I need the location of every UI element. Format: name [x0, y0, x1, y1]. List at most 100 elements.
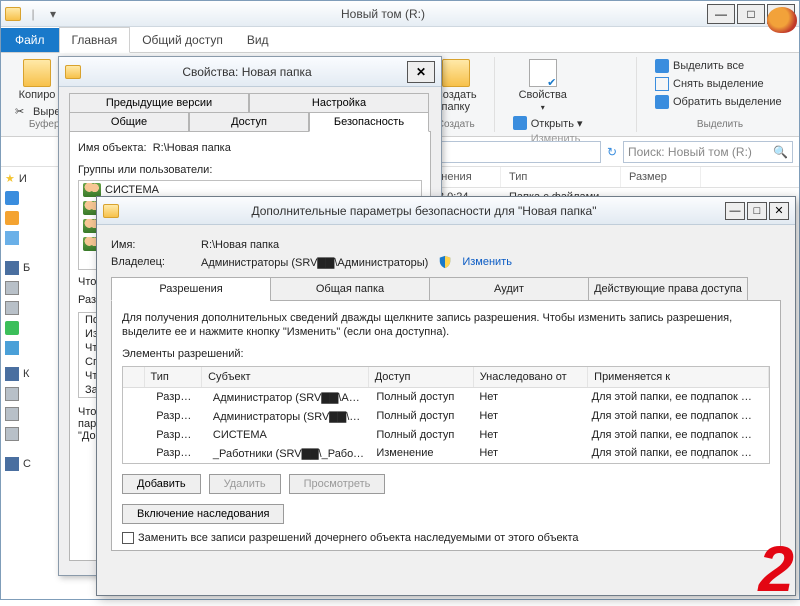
- sidebar-drive[interactable]: [3, 298, 45, 318]
- computer-icon: [5, 367, 19, 381]
- list-header: Дата изменения Тип Размер: [381, 167, 799, 188]
- invert-icon: [655, 95, 669, 109]
- adv-title: Дополнительные параметры безопасности дл…: [125, 204, 723, 218]
- tab-customize[interactable]: Настройка: [249, 93, 429, 113]
- invert-selection-button[interactable]: Обратить выделение: [655, 95, 785, 109]
- sidebar-drive[interactable]: [3, 384, 45, 404]
- copy-icon: [23, 59, 51, 87]
- search-icon: 🔍: [773, 145, 788, 159]
- tab-home[interactable]: Главная: [59, 27, 131, 53]
- object-name-label: Имя объекта:: [78, 142, 147, 154]
- minimize-button[interactable]: —: [707, 4, 735, 24]
- adv-tab-audit[interactable]: Аудит: [429, 277, 589, 301]
- drive-icon: [5, 281, 19, 295]
- name-value: R:\Новая папка: [201, 239, 279, 251]
- owner-value: Администраторы (SRV▇▇\Администраторы): [201, 256, 428, 269]
- props-close-button[interactable]: ✕: [407, 61, 435, 83]
- create-group-label: Создать: [437, 119, 475, 130]
- properties-label: Свойства: [519, 89, 567, 101]
- adv-maximize-button[interactable]: □: [747, 202, 767, 220]
- ace-col-subject[interactable]: Субъект: [202, 367, 369, 387]
- props-tabs-bottom: Общие Доступ Безопасность: [59, 112, 441, 131]
- explorer-titlebar: | ▾ Новый том (R:) — □ ✕: [1, 1, 799, 27]
- adv-tab-effective[interactable]: Действующие права доступа: [588, 277, 748, 301]
- ace-col-type[interactable]: Тип: [145, 367, 203, 387]
- tab-security[interactable]: Безопасность: [309, 112, 429, 132]
- copy-button[interactable]: Копиро: [15, 59, 59, 101]
- cut-icon: ✂: [15, 105, 29, 119]
- sidebar-item[interactable]: [3, 188, 45, 208]
- sidebar-thispc[interactable]: Б: [3, 258, 45, 278]
- window-title: Новый том (R:): [61, 7, 705, 21]
- view-button[interactable]: Просмотреть: [289, 474, 386, 494]
- maximize-button[interactable]: □: [737, 4, 765, 24]
- adv-pane: Для получения дополнительных сведений дв…: [111, 301, 781, 551]
- sidebar-pictures[interactable]: [3, 318, 45, 338]
- ace-row[interactable]: Разр…_Работники (SRV▇▇\_Работ…ИзменениеН…: [123, 444, 769, 463]
- remove-button[interactable]: Удалить: [209, 474, 281, 494]
- sidebar-item[interactable]: [3, 208, 45, 228]
- sidebar-computer[interactable]: К: [3, 364, 45, 384]
- enable-inheritance-button[interactable]: Включение наследования: [122, 504, 284, 524]
- ace-row[interactable]: Разр…Администратор (SRV▇▇\Адмі…Полный до…: [123, 388, 769, 407]
- search-placeholder: Поиск: Новый том (R:): [628, 145, 752, 159]
- sidebar-network[interactable]: С: [3, 454, 45, 474]
- col-size[interactable]: Размер: [621, 167, 701, 187]
- file-tab[interactable]: Файл: [1, 28, 59, 52]
- folder-icon: [65, 65, 81, 79]
- music-icon: [5, 341, 19, 355]
- ace-col-applies[interactable]: Применяется к: [588, 367, 769, 387]
- sidebar-drive[interactable]: [3, 278, 45, 298]
- sidebar-drive[interactable]: [3, 404, 45, 424]
- add-button[interactable]: Добавить: [122, 474, 201, 494]
- step-badge: 2: [758, 532, 794, 606]
- tab-share[interactable]: Общий доступ: [130, 28, 235, 52]
- recent-icon: [5, 211, 19, 225]
- adv-tabs: Разрешения Общая папка Аудит Действующие…: [111, 277, 781, 301]
- qat-dropdown-icon[interactable]: ▾: [45, 6, 61, 22]
- sidebar-favorites[interactable]: ★И: [3, 169, 45, 188]
- star-icon: ★: [5, 172, 15, 185]
- tab-sharing[interactable]: Доступ: [189, 112, 309, 132]
- ace-col-inherited[interactable]: Унаследовано от: [474, 367, 588, 387]
- checkbox-icon[interactable]: [122, 532, 134, 544]
- name-label: Имя:: [111, 239, 191, 251]
- drive-icon: [5, 301, 19, 315]
- properties-button[interactable]: ✔ Свойства ▾: [513, 59, 573, 112]
- tab-view[interactable]: Вид: [235, 28, 281, 52]
- sidebar-item[interactable]: [3, 228, 45, 248]
- sidebar-music[interactable]: [3, 338, 45, 358]
- ace-col-access[interactable]: Доступ: [369, 367, 474, 387]
- qat-sep: |: [25, 6, 41, 22]
- tab-previous-versions[interactable]: Предыдущие версии: [69, 93, 249, 113]
- replace-check-label: Заменить все записи разрешений дочернего…: [138, 532, 579, 544]
- adv-tab-share[interactable]: Общая папка: [270, 277, 430, 301]
- props-title: Свойства: Новая папка: [87, 65, 407, 79]
- brand-logo-icon: [767, 7, 797, 33]
- ace-row[interactable]: Разр…Администраторы (SRV▇▇\А…Полный дост…: [123, 407, 769, 426]
- ace-header: Тип Субъект Доступ Унаследовано от Приме…: [123, 367, 769, 388]
- select-all-button[interactable]: Выделить все: [655, 59, 785, 73]
- desktop-icon: [5, 231, 19, 245]
- owner-label: Владелец:: [111, 256, 191, 268]
- adv-minimize-button[interactable]: —: [725, 202, 745, 220]
- adv-tab-permissions[interactable]: Разрешения: [111, 277, 271, 301]
- props-titlebar: Свойства: Новая папка ✕: [59, 57, 441, 87]
- replace-checkbox-row[interactable]: Заменить все записи разрешений дочернего…: [122, 532, 770, 544]
- ace-row[interactable]: Разр…СИСТЕМАПолный доступНетДля этой пап…: [123, 426, 769, 444]
- groups-label: Группы или пользователи:: [78, 164, 422, 176]
- change-owner-link[interactable]: Изменить: [462, 256, 512, 268]
- adv-close-button[interactable]: ✕: [769, 202, 789, 220]
- network-icon: [5, 457, 19, 471]
- tab-general[interactable]: Общие: [69, 112, 189, 132]
- select-none-icon: [655, 77, 669, 91]
- search-box[interactable]: Поиск: Новый том (R:) 🔍: [623, 141, 793, 163]
- copy-label: Копиро: [19, 89, 56, 101]
- group-icon: [83, 183, 101, 197]
- col-type[interactable]: Тип: [501, 167, 621, 187]
- select-none-button[interactable]: Снять выделение: [655, 77, 785, 91]
- refresh-icon[interactable]: ↻: [607, 145, 617, 159]
- select-group-label: Выделить: [697, 119, 743, 130]
- sidebar-drive[interactable]: [3, 424, 45, 444]
- open-button[interactable]: Открыть ▾: [513, 116, 603, 130]
